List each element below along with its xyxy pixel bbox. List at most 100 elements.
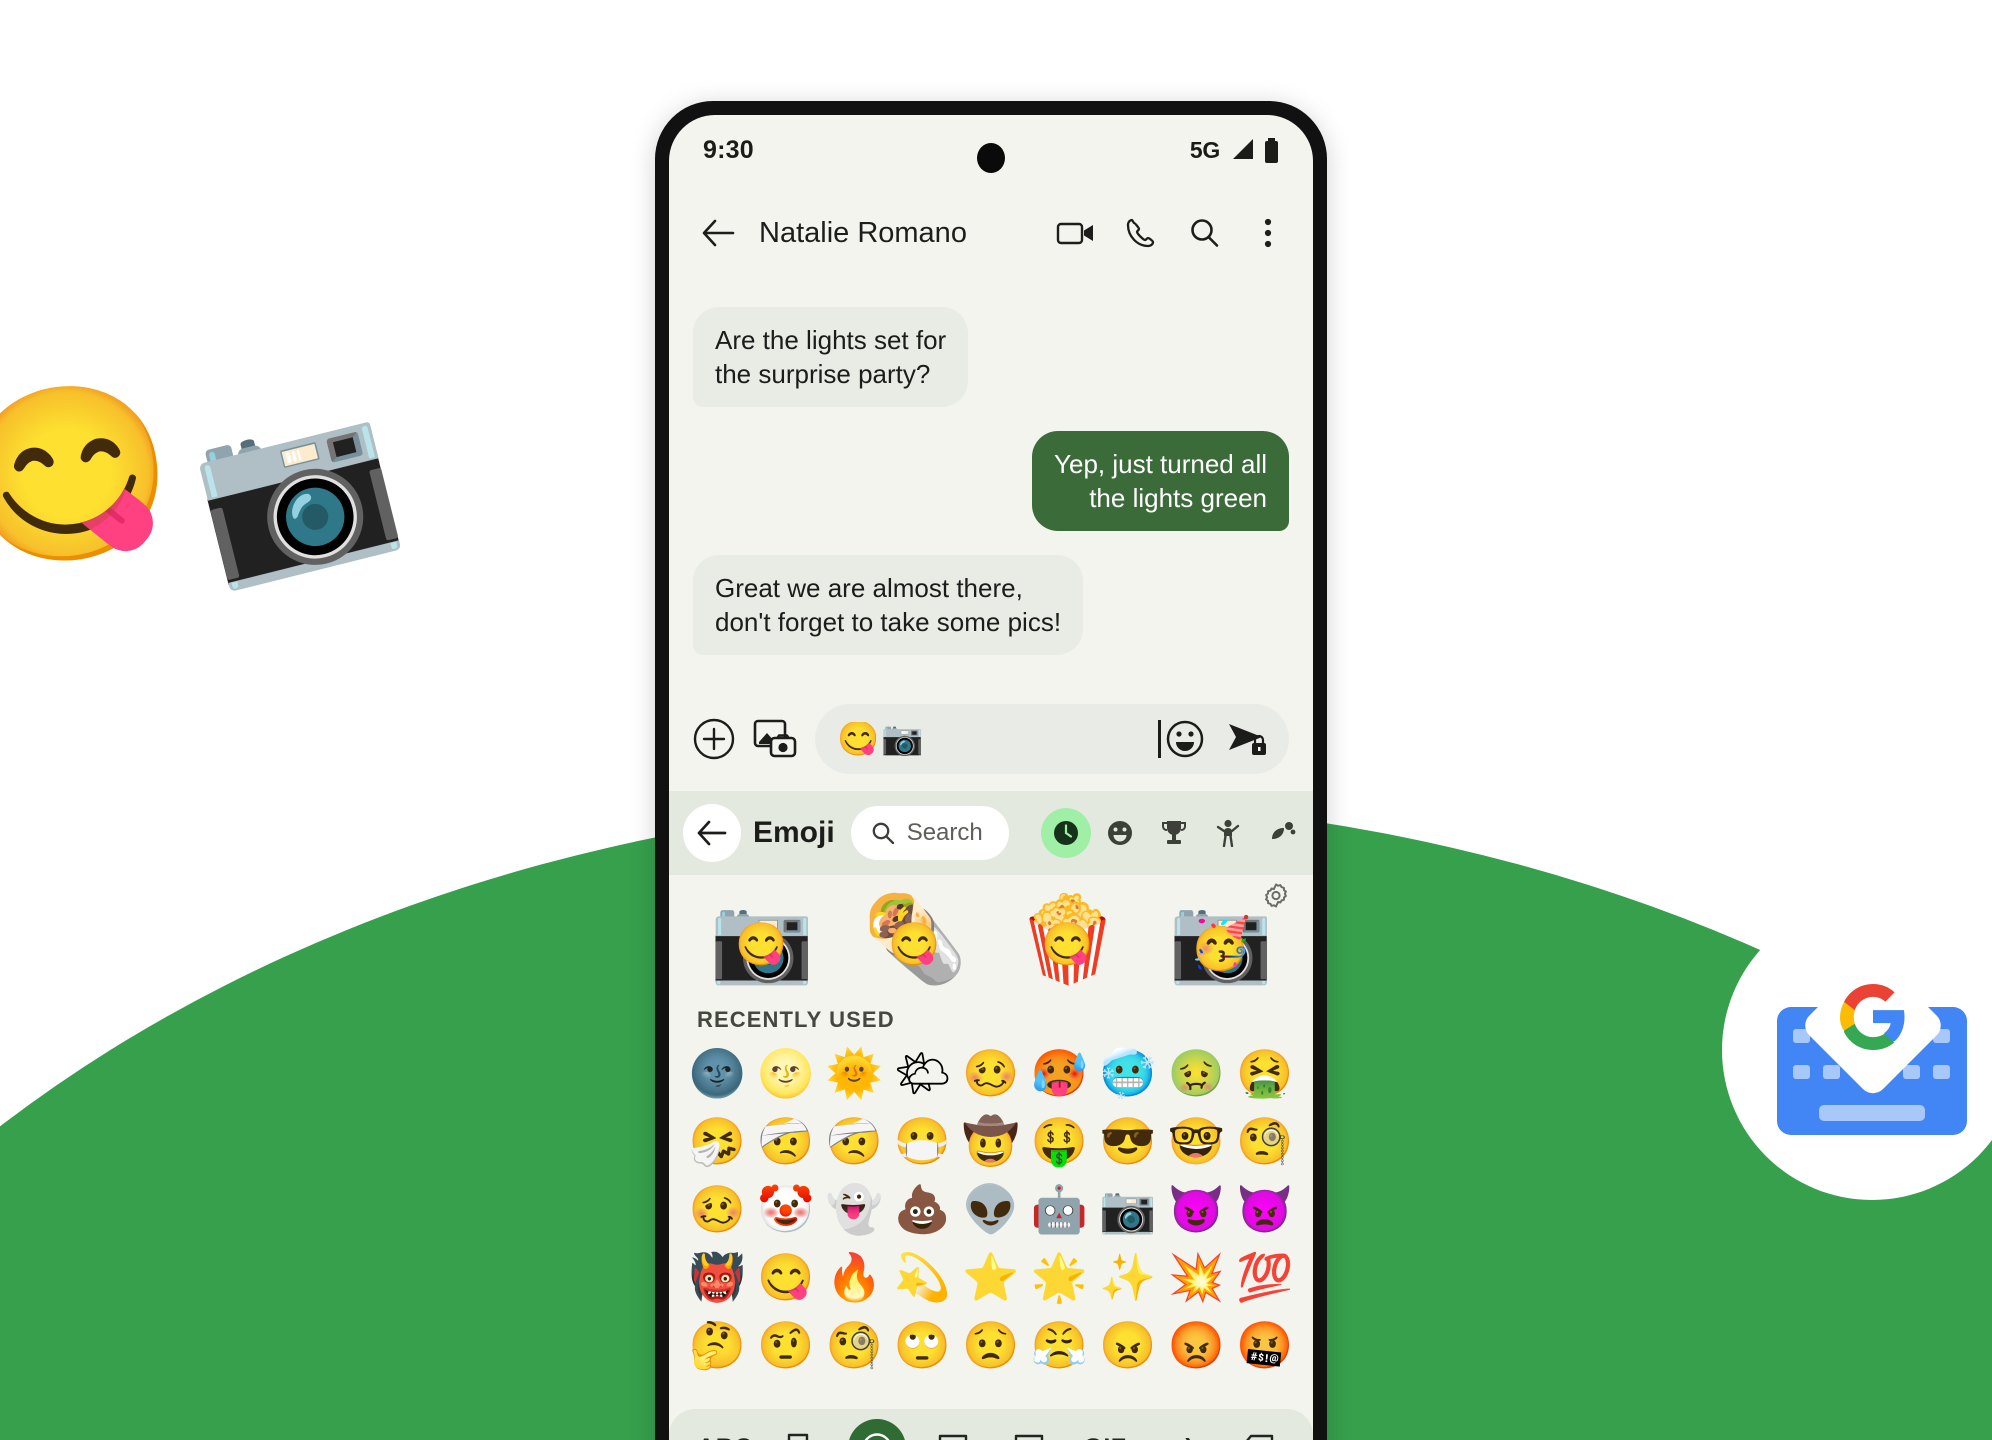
people-tab[interactable] <box>1203 808 1253 858</box>
emoji-cell[interactable]: 💫 <box>888 1243 956 1311</box>
nature-tab[interactable] <box>1257 808 1307 858</box>
video-call-icon <box>1056 222 1093 245</box>
message-bubble-incoming[interactable]: Great we are almost there, don't forget … <box>693 555 1084 656</box>
emoji-cell[interactable]: 😡 <box>1162 1311 1230 1379</box>
gif-button[interactable]: GIF <box>1076 1419 1134 1440</box>
emoji-cell[interactable]: 🥴 <box>957 1039 1025 1107</box>
emoji-cell[interactable]: 🤕 <box>751 1107 819 1175</box>
emoji-cell[interactable]: 🤕 <box>820 1107 888 1175</box>
emoji-grid: 🌚 🌝 🌞 🌤 🥴 🥵 🥶 🤢 🤮 🤧 🤕 🤕 😷 🤠 🤑 😎 🤓 🧐 🥴 🤡 … <box>669 1039 1313 1409</box>
emoji-cell[interactable]: 😟 <box>957 1311 1025 1379</box>
phone-frame: 9:30 5G Natalie Romano Are the lights se… <box>655 101 1327 1440</box>
sticker-camera-yum[interactable]: 📷 😋 <box>710 887 815 991</box>
emoji-cell[interactable]: 🥴 <box>683 1175 751 1243</box>
signal-bars-icon <box>1233 139 1253 159</box>
emoji-cell[interactable]: 💥 <box>1162 1243 1230 1311</box>
emoticon-button[interactable]: :-) <box>1152 1419 1210 1440</box>
emoji-search-button[interactable] <box>772 1419 830 1440</box>
search-icon <box>1191 219 1219 247</box>
emoji-cell[interactable]: 🌞 <box>820 1039 888 1107</box>
backspace-button[interactable] <box>1228 1419 1286 1440</box>
plus-circle-icon[interactable] <box>693 718 735 760</box>
emoji-cell[interactable]: 🤨 <box>751 1311 819 1379</box>
abc-keyboard-button[interactable]: ABC <box>696 1419 754 1440</box>
gear-icon <box>1265 883 1287 908</box>
emoji-cell[interactable]: 😤 <box>1025 1311 1093 1379</box>
emoji-cell[interactable]: 😋 <box>751 1243 819 1311</box>
emoji-cell[interactable]: 😷 <box>888 1107 956 1175</box>
emoji-cell[interactable]: 🥶 <box>1094 1039 1162 1107</box>
emoji-cell[interactable]: ⭐ <box>957 1243 1025 1311</box>
video-call-button[interactable] <box>1053 210 1099 256</box>
recent-clock-tab[interactable] <box>1041 808 1091 858</box>
emoji-cell[interactable]: 🌟 <box>1025 1243 1093 1311</box>
emoji-panel-back-button[interactable] <box>683 804 741 862</box>
search-button[interactable] <box>1181 210 1227 256</box>
message-input-field[interactable]: 😋📷 <box>815 704 1289 774</box>
emoji-cell[interactable]: 👻 <box>820 1175 888 1243</box>
sticker-overlay: 🥳 <box>1189 915 1252 972</box>
emoji-cell[interactable]: 🤮 <box>1231 1039 1299 1107</box>
emoji-cell[interactable]: 💩 <box>888 1175 956 1243</box>
send-encrypted-icon[interactable] <box>1225 719 1269 759</box>
search-icon <box>872 822 894 845</box>
emoji-cell[interactable]: 🤖 <box>1025 1175 1093 1243</box>
more-options-button[interactable] <box>1245 210 1291 256</box>
emoji-search-field[interactable]: Search <box>850 806 1009 860</box>
smiley-icon <box>1108 821 1132 845</box>
emoji-face-icon[interactable] <box>1165 719 1205 759</box>
sticker-icon <box>938 1434 968 1440</box>
emoji-cell[interactable]: 🌤 <box>888 1039 956 1107</box>
sticker-burrito-yum[interactable]: 🌯 😋 <box>863 887 968 991</box>
emoji-cell[interactable]: 📷 <box>1094 1175 1162 1243</box>
emoji-settings-button[interactable] <box>1261 881 1291 911</box>
emoji-search-placeholder: Search <box>906 819 983 846</box>
camera-icon: 📷 <box>176 373 413 596</box>
emoji-cell[interactable]: 👿 <box>1231 1175 1299 1243</box>
emoji-cell[interactable]: 🌚 <box>683 1039 751 1107</box>
mood-bubble-icon <box>1014 1434 1044 1440</box>
voice-call-button[interactable] <box>1117 210 1163 256</box>
emoji-sticker-button[interactable] <box>1000 1419 1058 1440</box>
emoji-cell[interactable]: 🤬 <box>1231 1311 1299 1379</box>
conversation-header: Natalie Romano <box>669 185 1313 281</box>
sticker-popcorn-yum[interactable]: 🍿 😋 <box>1016 887 1121 991</box>
google-g-icon <box>1840 984 1905 1050</box>
emoji-cell[interactable]: 🤠 <box>957 1107 1025 1175</box>
more-options-icon <box>1264 218 1272 248</box>
emoji-cell[interactable]: 🧐 <box>1231 1107 1299 1175</box>
emoji-cell[interactable]: 🤓 <box>1162 1107 1230 1175</box>
sticker-button[interactable] <box>924 1419 982 1440</box>
emoji-cell[interactable]: 😈 <box>1162 1175 1230 1243</box>
emoji-cell[interactable]: ✨ <box>1094 1243 1162 1311</box>
emoji-cell[interactable]: 😎 <box>1094 1107 1162 1175</box>
emoji-category-button[interactable] <box>848 1419 906 1440</box>
voice-call-icon <box>1126 218 1155 248</box>
emoji-cell[interactable]: 👽 <box>957 1175 1025 1243</box>
status-bar: 9:30 5G <box>669 115 1313 185</box>
activities-trophy-tab[interactable] <box>1149 808 1199 858</box>
back-button[interactable] <box>695 210 741 256</box>
page-canvas: 😋 📷 9:30 5G Natalie Romano Are the light… <box>0 0 1992 1440</box>
emoji-cell[interactable]: 🙄 <box>888 1311 956 1379</box>
emoji-cell[interactable]: 🤑 <box>1025 1107 1093 1175</box>
emoji-cell[interactable]: 🌝 <box>751 1039 819 1107</box>
message-bubble-outgoing[interactable]: Yep, just turned all the lights green <box>1032 431 1289 532</box>
sticker-camera-party[interactable]: 📷 🥳 <box>1169 887 1274 991</box>
gallery-camera-icon[interactable] <box>753 718 797 760</box>
emoji-cell[interactable]: 🔥 <box>820 1243 888 1311</box>
emoji-cell[interactable]: 👹 <box>683 1243 751 1311</box>
message-bubble-incoming[interactable]: Are the lights set for the surprise part… <box>693 307 969 408</box>
emoji-cell[interactable]: 🤡 <box>751 1175 819 1243</box>
emoji-cell[interactable]: 🥵 <box>1025 1039 1093 1107</box>
emoji-cell[interactable]: 😠 <box>1094 1311 1162 1379</box>
contact-name: Natalie Romano <box>759 216 967 249</box>
emoji-cell[interactable]: 🤔 <box>683 1311 751 1379</box>
front-camera-punch-hole <box>977 143 1005 173</box>
emoji-cell[interactable]: 🧐 <box>820 1311 888 1379</box>
emoji-cell[interactable]: 💯 <box>1231 1243 1299 1311</box>
emoji-cell[interactable]: 🤢 <box>1162 1039 1230 1107</box>
smileys-tab[interactable] <box>1095 808 1145 858</box>
emoji-cell[interactable]: 🤧 <box>683 1107 751 1175</box>
clock-icon <box>1054 821 1078 845</box>
